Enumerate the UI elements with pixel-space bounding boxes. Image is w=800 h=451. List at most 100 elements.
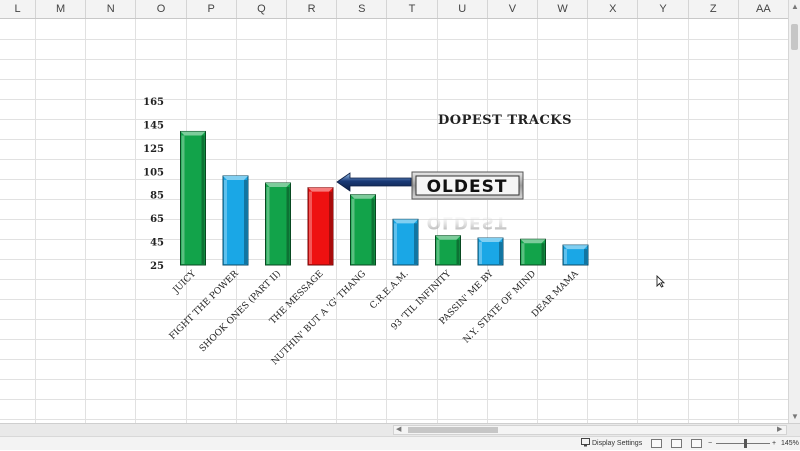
bar-top-bevel <box>180 131 206 136</box>
bar-highlight <box>181 135 185 264</box>
y-tick-label: 85 <box>150 191 164 202</box>
category-labels: JUICYFIGHT THE POWERSHOOK ONES (PART II)… <box>168 268 581 367</box>
display-settings-button[interactable]: Display Settings <box>592 438 642 449</box>
column-header-x[interactable]: X <box>588 0 639 18</box>
bar-shadow <box>584 249 587 264</box>
bar-top-bevel <box>520 239 546 244</box>
callout-text: OLDEST <box>427 177 508 197</box>
svg-text:OLDEST: OLDEST <box>427 212 508 232</box>
scroll-up-icon[interactable]: ▲ <box>791 3 799 11</box>
grid-view-icon[interactable] <box>651 439 662 448</box>
bar-highlight <box>479 242 482 264</box>
bar-1[interactable] <box>180 130 206 266</box>
zoom-level[interactable]: 145% <box>781 438 799 449</box>
column-header-p[interactable]: P <box>187 0 237 18</box>
y-tick-label: 25 <box>150 261 164 272</box>
bar-5[interactable] <box>350 194 376 266</box>
bar-highlight <box>564 249 567 264</box>
bar-shadow <box>286 187 290 264</box>
column-header-v[interactable]: V <box>488 0 538 18</box>
y-tick-label: 45 <box>150 238 164 249</box>
bar-6[interactable] <box>392 218 419 266</box>
bar-top-bevel <box>350 194 376 199</box>
column-header-n[interactable]: N <box>86 0 137 18</box>
bar-9[interactable] <box>520 238 546 266</box>
page-layout-icon[interactable] <box>671 439 682 448</box>
bar-top-bevel <box>478 238 503 243</box>
page-break-icon[interactable] <box>691 439 702 448</box>
bar-shadow <box>244 179 247 264</box>
bar-highlight <box>224 179 227 264</box>
column-header-z[interactable]: Z <box>689 0 739 18</box>
bar-shadow <box>414 223 417 264</box>
category-label: N.Y. STATE OF MIND <box>462 269 538 345</box>
bar-top-bevel <box>435 235 461 240</box>
zoom-in-button[interactable]: + <box>772 438 776 449</box>
y-tick-label: 165 <box>143 97 164 108</box>
y-tick-label: 65 <box>150 214 164 225</box>
column-header-r[interactable]: R <box>287 0 338 18</box>
scroll-left-icon[interactable]: ◀ <box>396 426 401 434</box>
bar-shadow <box>499 242 502 264</box>
bar-highlight <box>266 187 270 264</box>
bar-10[interactable] <box>562 244 589 266</box>
bar-top-bevel <box>265 183 291 187</box>
category-label: JUICY <box>171 268 199 296</box>
zoom-out-button[interactable]: − <box>708 438 712 449</box>
status-bar: Display Settings − + 145% <box>0 436 800 450</box>
mouse-cursor-icon <box>656 275 665 288</box>
column-header-m[interactable]: M <box>36 0 87 18</box>
bar-8[interactable] <box>477 237 504 266</box>
category-label: C.R.E.A.M. <box>368 269 410 311</box>
bar-highlight <box>309 191 312 264</box>
column-header-q[interactable]: Q <box>237 0 287 18</box>
monitor-icon <box>581 438 590 449</box>
vertical-scroll-thumb[interactable] <box>791 24 798 50</box>
bar-top-bevel <box>393 219 418 224</box>
bar-top-bevel <box>308 187 333 192</box>
bar-2[interactable] <box>222 175 249 266</box>
column-header-t[interactable]: T <box>387 0 438 18</box>
horizontal-scroll-area: ◀ ▶ <box>0 423 800 436</box>
bar-shadow <box>541 243 545 264</box>
bar-top-bevel <box>223 175 248 180</box>
scroll-right-icon[interactable]: ▶ <box>777 426 782 434</box>
bar-4[interactable] <box>307 187 334 266</box>
horizontal-scrollbar[interactable]: ◀ ▶ <box>393 425 787 435</box>
bar-top-bevel <box>563 245 588 250</box>
category-label: NUTHIN' BUT A 'G' THANG <box>270 269 368 367</box>
column-header-y[interactable]: Y <box>638 0 689 18</box>
zoom-slider[interactable] <box>716 443 770 444</box>
column-header-l[interactable]: L <box>0 0 36 18</box>
y-tick-label: 105 <box>143 167 164 178</box>
horizontal-scroll-thumb[interactable] <box>408 427 498 433</box>
bar-shadow <box>201 135 205 264</box>
column-header-o[interactable]: O <box>136 0 187 18</box>
column-header-s[interactable]: S <box>337 0 388 18</box>
callout-reflection: OLDEST <box>427 212 508 232</box>
bar-chart[interactable]: 25 45 65 85 105 125 145 165 JUICYFIGHT THE POWE… <box>0 19 788 423</box>
zoom-slider-thumb[interactable] <box>744 439 747 448</box>
y-axis: 25 45 65 85 105 125 145 165 <box>143 97 164 272</box>
category-label: FIGHT THE POWER <box>168 269 241 342</box>
arrow-left-icon <box>336 172 412 192</box>
column-header-row: L M N O P Q R S T U V W X Y Z AA <box>0 0 789 19</box>
bar-highlight <box>521 243 525 264</box>
bar-3[interactable] <box>265 182 291 266</box>
bar-shadow <box>329 191 332 264</box>
bar-highlight <box>351 198 355 264</box>
bar-highlight <box>394 223 397 264</box>
bar-highlight <box>436 239 440 264</box>
bar-shadow <box>456 239 460 264</box>
bar-shadow <box>371 198 375 264</box>
bars <box>180 130 589 266</box>
column-header-aa[interactable]: AA <box>739 0 789 18</box>
column-header-u[interactable]: U <box>438 0 488 18</box>
column-header-w[interactable]: W <box>538 0 589 18</box>
scroll-down-icon[interactable]: ▼ <box>791 413 799 421</box>
y-tick-label: 145 <box>143 120 164 131</box>
bar-7[interactable] <box>435 235 461 266</box>
chart-title: DOPEST TRACKS <box>438 113 572 128</box>
category-label: SHOOK ONES (PART II) <box>197 268 283 354</box>
vertical-scrollbar[interactable]: ▲ ▼ <box>788 0 800 423</box>
